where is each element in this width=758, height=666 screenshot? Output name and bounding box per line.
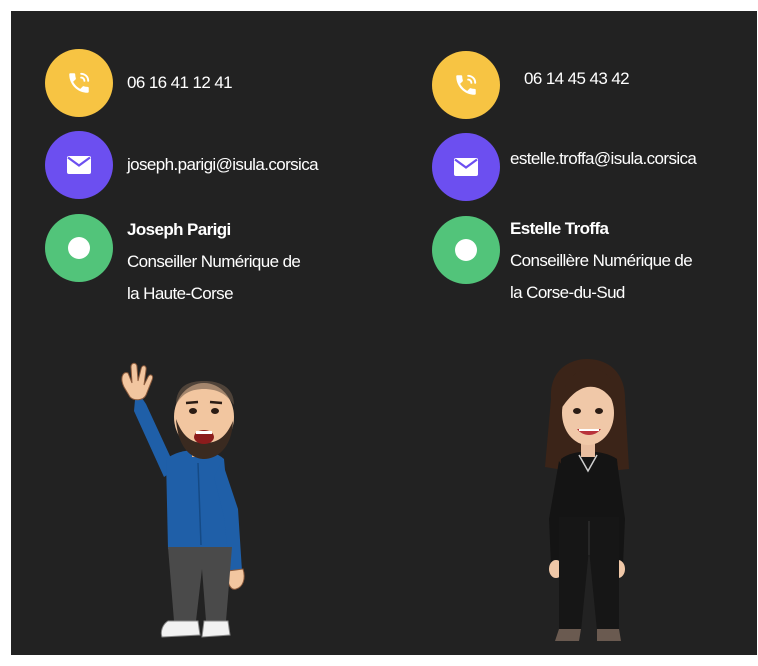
contact-2-email[interactable]: estelle.troffa@isula.corsica <box>510 143 697 175</box>
contact-1-info: Joseph Parigi Conseiller Numérique de la… <box>127 214 301 310</box>
bitmoji-man-avatar <box>121 362 245 638</box>
contact-1-phone-row[interactable]: 06 16 41 12 41 <box>45 49 233 117</box>
contact-1-email-row[interactable]: joseph.parigi@isula.corsica <box>45 131 319 199</box>
phone-icon <box>432 51 500 119</box>
contact-2-info: Estelle Troffa Conseillère Numérique de … <box>510 213 693 309</box>
contact-2-phone[interactable]: 06 14 45 43 42 <box>524 63 630 95</box>
contact-1-info-row: Joseph Parigi Conseiller Numérique de la… <box>45 214 301 310</box>
contact-1-name: Joseph Parigi <box>127 220 231 239</box>
contact-2-phone-row[interactable]: 06 14 45 43 42 <box>432 51 630 119</box>
bitmoji-woman-avatar <box>545 359 629 641</box>
mail-icon <box>45 131 113 199</box>
contact-1-email[interactable]: joseph.parigi@isula.corsica <box>127 149 319 181</box>
status-dot-icon <box>45 214 113 282</box>
contact-2-info-row: Estelle Troffa Conseillère Numérique de … <box>432 213 693 309</box>
contact-2-name: Estelle Troffa <box>510 219 609 238</box>
contact-2-role-line1: Conseillère Numérique de <box>510 251 693 270</box>
contacts-panel: 06 16 41 12 41 joseph.parigi@isula.corsi… <box>11 11 757 655</box>
status-dot-icon <box>432 216 500 284</box>
contact-1-phone[interactable]: 06 16 41 12 41 <box>127 67 233 99</box>
mail-icon <box>432 133 500 201</box>
contact-2-role-line2: la Corse-du-Sud <box>510 283 625 302</box>
contact-1-role-line1: Conseiller Numérique de <box>127 252 301 271</box>
phone-icon <box>45 49 113 117</box>
contact-2-email-row[interactable]: estelle.troffa@isula.corsica <box>432 133 697 201</box>
contact-1-role-line2: la Haute-Corse <box>127 284 234 303</box>
